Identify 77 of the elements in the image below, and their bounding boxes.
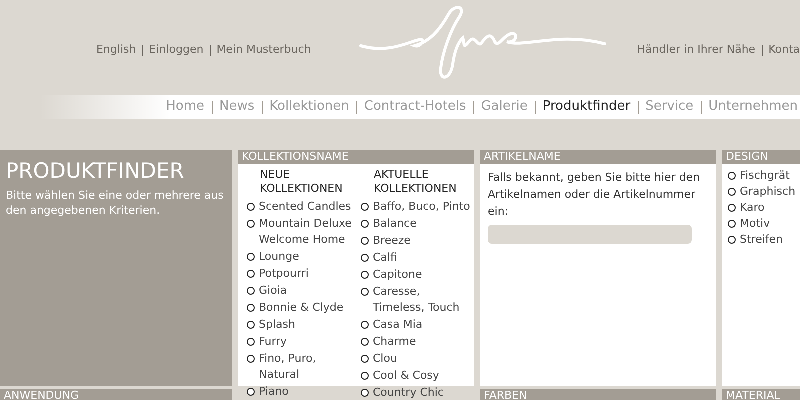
intro-text: Bitte wählen Sie eine oder mehrere aus den angegebenen Kriterien. <box>6 188 225 218</box>
option-label: Calfi <box>373 250 398 266</box>
option-label: Furry <box>259 334 288 350</box>
top-link[interactable]: Händler in Ihrer Nähe <box>637 42 756 58</box>
option-label: Clou <box>373 351 398 367</box>
option-label: Karo <box>740 200 765 216</box>
radio-button[interactable] <box>361 254 369 262</box>
option-label: Piano <box>259 384 289 400</box>
nav-tab[interactable]: Unternehmen <box>708 97 798 117</box>
radio-button[interactable] <box>247 287 255 295</box>
section-header: ARTIKELNAME <box>480 150 716 164</box>
option-label: Potpourri <box>259 266 309 282</box>
option-label: Caresse, Timeless, Touch <box>373 284 461 316</box>
radio-button[interactable] <box>361 338 369 346</box>
option-label: Fischgrät <box>740 168 790 184</box>
radio-button[interactable] <box>247 355 255 363</box>
radio-button[interactable] <box>728 172 736 180</box>
option-label: Gioia <box>259 283 288 299</box>
radio-button[interactable] <box>728 220 736 228</box>
radio-button[interactable] <box>361 220 369 228</box>
option-label: Casa Mia <box>373 317 423 333</box>
radio-button[interactable] <box>361 372 369 380</box>
section-header: DESIGN <box>722 150 800 164</box>
option-label: Cool & Cosy <box>373 368 440 384</box>
option-label: Streifen <box>740 232 784 248</box>
page-title: PRODUKTFINDER <box>6 158 186 184</box>
option-label: Baffo, Buco, Pinto <box>373 199 470 215</box>
top-link[interactable]: Konta <box>768 42 800 58</box>
option-label: Scented Candles <box>259 199 352 215</box>
option-label: Splash <box>259 317 296 333</box>
radio-button[interactable] <box>247 388 255 396</box>
nav-tab[interactable]: Home <box>166 97 205 117</box>
radio-button[interactable] <box>361 271 369 279</box>
top-link[interactable]: Mein Musterbuch <box>216 42 312 58</box>
section-header: FARBEN <box>480 389 716 400</box>
radio-button[interactable] <box>361 389 369 397</box>
section-header: MATERIAL <box>722 389 800 400</box>
radio-button[interactable] <box>728 236 736 244</box>
nav-tab[interactable]: Service <box>646 97 694 117</box>
option-label: Balance <box>373 216 417 232</box>
radio-button[interactable] <box>361 237 369 245</box>
radio-button[interactable] <box>247 270 255 278</box>
article-input[interactable] <box>488 225 692 244</box>
radio-button[interactable] <box>247 338 255 346</box>
radio-button[interactable] <box>361 355 369 363</box>
radio-button[interactable] <box>247 220 255 228</box>
nav-tab[interactable]: News <box>220 97 255 117</box>
nav-tab[interactable]: Produktfinder <box>542 97 631 117</box>
radio-button[interactable] <box>361 321 369 329</box>
nav-tab[interactable]: Kollektionen <box>270 97 350 117</box>
option-label: Lounge <box>259 249 300 265</box>
radio-button[interactable] <box>728 204 736 212</box>
option-label: Bonnie & Clyde <box>259 300 344 316</box>
option-label: Capitone <box>373 267 422 283</box>
group-title: NEUE KOLLEKTIONEN <box>259 168 344 196</box>
option-label: Graphisch <box>740 184 796 200</box>
radio-button[interactable] <box>361 203 369 211</box>
option-label: Fino, Puro, Natural <box>259 351 318 383</box>
option-label: Charme <box>373 334 416 350</box>
radio-button[interactable] <box>247 304 255 312</box>
section-header: ANWENDUNG <box>0 389 232 400</box>
article-hint: Falls bekannt, geben Sie bitte hier den Artikelnamen oder die Artikelnummer ein: <box>487 170 702 220</box>
option-label: Breeze <box>373 233 411 249</box>
radio-button[interactable] <box>247 203 255 211</box>
radio-button[interactable] <box>247 321 255 329</box>
option-label: Country Chic <box>373 385 444 400</box>
section-header: KOLLEKTIONSNAME <box>238 150 474 164</box>
top-link[interactable]: English <box>96 42 136 58</box>
nav-tab[interactable]: Galerie <box>481 97 528 117</box>
option-label: Mountain Deluxe Welcome Home <box>259 216 353 248</box>
radio-button[interactable] <box>728 188 736 196</box>
radio-button[interactable] <box>361 288 369 296</box>
radio-button[interactable] <box>247 253 255 261</box>
top-link[interactable]: Einloggen <box>149 42 204 58</box>
group-title: AKTUELLE KOLLEKTIONEN <box>373 168 458 196</box>
nav-tab[interactable]: Contract-Hotels <box>364 97 466 117</box>
option-label: Motiv <box>740 216 770 232</box>
